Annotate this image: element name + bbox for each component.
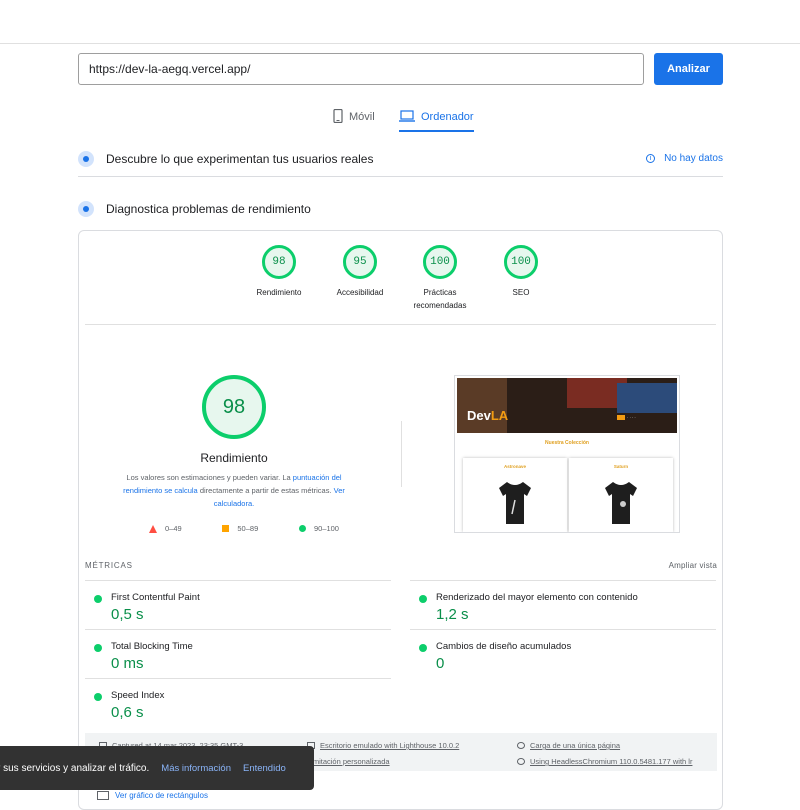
- pass-icon: [94, 693, 102, 701]
- page-screenshot: DevLA · · · · Nuestra Colección Astronav…: [454, 375, 680, 533]
- top-bar: [0, 0, 800, 44]
- metric-value: 0: [436, 655, 445, 672]
- tab-mobile[interactable]: Móvil: [333, 104, 375, 130]
- metric-value: 0,5 s: [111, 606, 144, 623]
- metric-name: Cambios de diseño acumulados: [436, 641, 572, 652]
- treemap-link-label: Ver gráfico de rectángulos: [115, 791, 208, 800]
- desc-text: Los valores son estimaciones y pueden va…: [126, 473, 293, 482]
- metric-cls: Cambios de diseño acumulados 0: [410, 629, 716, 678]
- gauge-label: Prácticas recomendadas: [413, 288, 467, 310]
- report-card: 98 Rendimiento 95 Accesibilidad 100 Prác…: [78, 230, 723, 810]
- throttling-info[interactable]: Limitación personalizada: [307, 757, 390, 766]
- field-data-title: Descubre lo que experimentan tus usuario…: [106, 151, 374, 166]
- field-data-header: Descubre lo que experimentan tus usuario…: [78, 141, 723, 177]
- laptop-icon: [399, 109, 415, 125]
- gauge-score: 95: [343, 245, 377, 279]
- divider: [401, 421, 402, 487]
- gauge-best-practices[interactable]: 100 Prácticas recomendadas: [400, 245, 480, 312]
- score-legend: 0–49 50–89 90–100: [149, 524, 339, 533]
- metric-name: First Contentful Paint: [111, 592, 200, 603]
- screenshot-product: Saturn: [569, 458, 673, 532]
- screenshot-collection-title: Nuestra Colección: [545, 440, 589, 446]
- performance-title: Rendimiento: [200, 451, 268, 465]
- gauge-label: SEO: [512, 288, 530, 297]
- metrics-header: MÉTRICAS Ampliar vista: [85, 561, 717, 570]
- treemap-link[interactable]: Ver gráfico de rectángulos: [97, 791, 208, 800]
- circle-icon: [298, 525, 306, 532]
- pass-icon: [419, 644, 427, 652]
- score-gauges: 98 Rendimiento 95 Accesibilidad 100 Prác…: [79, 245, 722, 329]
- screenshot-logo: DevLA: [467, 408, 509, 423]
- metric-lcp: Renderizado del mayor elemento con conte…: [410, 580, 716, 629]
- treemap-icon: [97, 791, 109, 800]
- metric-name: Speed Index: [111, 690, 165, 701]
- analyze-button[interactable]: Analizar: [654, 53, 723, 85]
- performance-description: Los valores son estimaciones y pueden va…: [109, 471, 359, 510]
- divider: [85, 324, 716, 325]
- gauge-accessibility[interactable]: 95 Accesibilidad: [320, 245, 400, 299]
- expand-view-toggle[interactable]: Ampliar vista: [669, 561, 717, 570]
- legend-average: 50–89: [222, 524, 258, 533]
- gauge-score: 100: [423, 245, 457, 279]
- tab-mobile-label: Móvil: [349, 111, 375, 123]
- no-data-label: No hay datos: [664, 153, 723, 164]
- gauge-seo[interactable]: 100 SEO: [481, 245, 561, 299]
- tab-desktop[interactable]: Ordenador: [399, 104, 474, 132]
- gauge-label: Rendimiento: [256, 288, 302, 297]
- metric-value: 0 ms: [111, 655, 144, 672]
- metric-name: Renderizado del mayor elemento con conte…: [436, 592, 638, 603]
- legend-pass: 90–100: [298, 524, 339, 533]
- no-data-link[interactable]: i No hay datos: [646, 153, 723, 164]
- metric-value: 0,6 s: [111, 704, 144, 721]
- pass-icon: [94, 595, 102, 603]
- cookie-toast: r sus servicios y analizar el tráfico. M…: [0, 746, 314, 790]
- lab-data-header: Diagnostica problemas de rendimiento: [78, 194, 723, 224]
- tshirt-icon: [605, 482, 637, 524]
- metric-fcp: First Contentful Paint 0,5 s: [85, 580, 391, 629]
- pass-icon: [419, 595, 427, 603]
- screenshot-hero: DevLA · · · ·: [457, 378, 677, 433]
- load-info[interactable]: Carga de una única página: [517, 741, 620, 750]
- lab-data-title: Diagnostica problemas de rendimiento: [106, 202, 311, 216]
- metric-tbt: Total Blocking Time 0 ms: [85, 629, 391, 678]
- phone-icon: [333, 108, 343, 126]
- url-input[interactable]: [78, 53, 644, 85]
- route-icon: [517, 742, 525, 749]
- metrics-title: MÉTRICAS: [85, 561, 133, 570]
- tab-desktop-label: Ordenador: [421, 111, 474, 123]
- cookie-message: r sus servicios y analizar el tráfico.: [0, 762, 150, 774]
- info-icon: i: [646, 154, 656, 163]
- performance-gauge: 98: [202, 375, 266, 439]
- gauge-performance[interactable]: 98 Rendimiento: [239, 245, 319, 299]
- screenshot-product: Astronave: [463, 458, 567, 532]
- gauge-score: 98: [262, 245, 296, 279]
- square-icon: [222, 525, 230, 532]
- metric-speed-index: Speed Index 0,6 s: [85, 678, 391, 727]
- desc-text: directamente a partir de estas métricas.: [197, 486, 334, 495]
- emulated-info[interactable]: Escritorio emulado with Lighthouse 10.0.…: [307, 741, 459, 750]
- dismiss-button[interactable]: Entendido: [243, 763, 286, 774]
- users-icon: [78, 150, 94, 167]
- more-info-link[interactable]: Más información: [161, 763, 231, 774]
- legend-fail: 0–49: [149, 524, 182, 533]
- pass-icon: [94, 644, 102, 652]
- metric-name: Total Blocking Time: [111, 641, 193, 652]
- triangle-icon: [149, 524, 157, 533]
- diagnostics-icon: [78, 201, 94, 217]
- globe-icon: [517, 758, 525, 765]
- metric-value: 1,2 s: [436, 606, 469, 623]
- gauge-score: 100: [504, 245, 538, 279]
- tshirt-icon: [499, 482, 531, 524]
- gauge-label: Accesibilidad: [336, 288, 384, 297]
- browser-info[interactable]: Using HeadlessChromium 110.0.5481.177 wi…: [517, 757, 692, 766]
- screenshot-nav: · · · ·: [617, 415, 636, 421]
